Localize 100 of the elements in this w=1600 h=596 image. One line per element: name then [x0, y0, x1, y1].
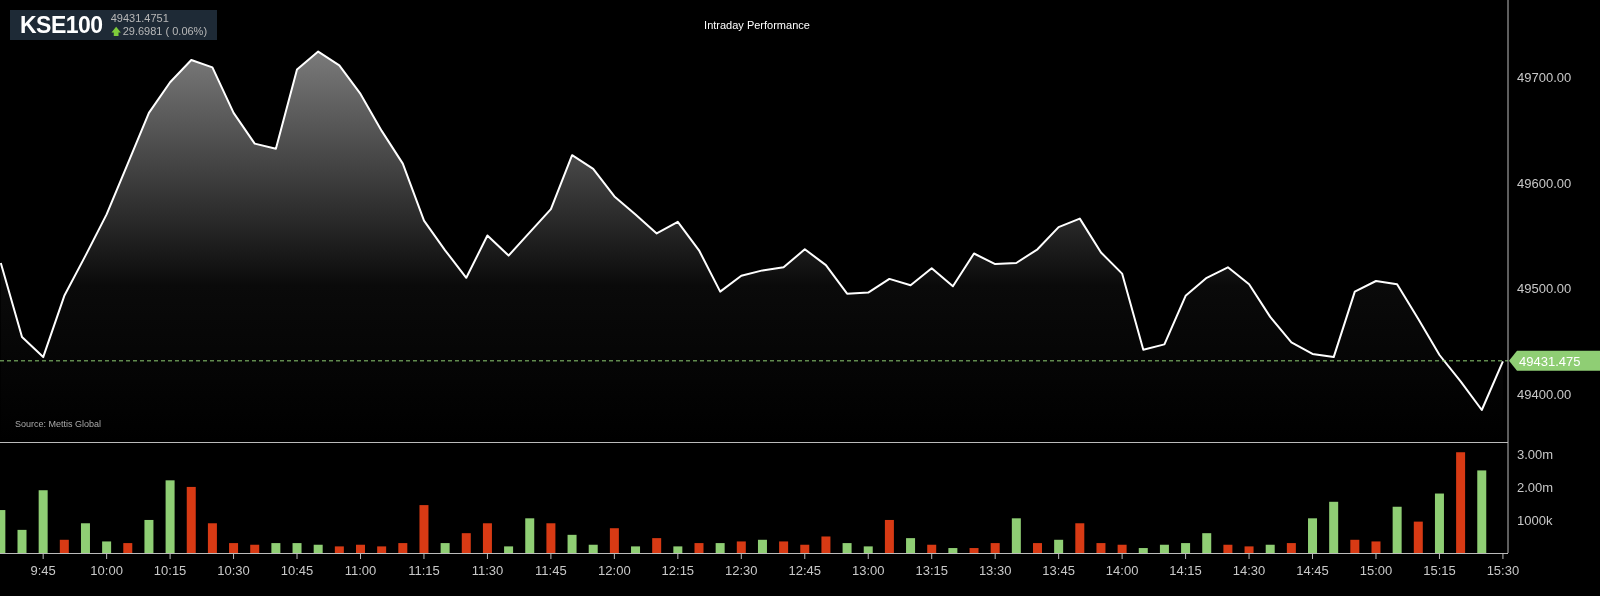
axis-label: 12:45 — [788, 563, 822, 578]
volume-bar — [207, 523, 217, 553]
volume-bar — [17, 529, 27, 553]
volume-bar — [80, 523, 90, 553]
volume-bar — [1096, 543, 1106, 553]
up-arrow-icon: 🡅 — [110, 25, 121, 38]
volume-bar — [842, 543, 852, 553]
volume-bar — [440, 543, 450, 553]
axis-label: 15:15 — [1423, 563, 1456, 578]
volume-bar — [715, 543, 725, 553]
volume-bar — [821, 536, 831, 553]
volume-bar — [1011, 518, 1021, 553]
axis-label: 2.00m — [1517, 479, 1554, 495]
ref-line-label: 49431.475 — [1519, 353, 1581, 369]
volume-bar — [1202, 533, 1212, 553]
volume-bar — [863, 546, 873, 553]
volume-bar — [334, 546, 344, 553]
volume-bar — [1054, 539, 1064, 553]
axis-label: 1000k — [1517, 512, 1553, 528]
volume-bar — [102, 541, 112, 553]
volume-bar — [884, 519, 894, 553]
volume-bar — [736, 541, 746, 553]
volume-bar — [588, 544, 598, 553]
volume-bar — [567, 534, 577, 553]
source-note: Source: Mettis Global — [15, 419, 102, 429]
axis-label: 49600.00 — [1517, 175, 1572, 191]
volume-bar — [779, 541, 789, 553]
volume-bar — [1265, 544, 1275, 553]
axis-label: 10:00 — [90, 563, 123, 578]
volume-bar — [927, 544, 937, 553]
volume-bar — [673, 546, 683, 553]
volume-bar — [461, 533, 471, 553]
volume-bar — [1159, 544, 1169, 553]
volume-bar — [757, 539, 767, 553]
volume-bar — [1371, 541, 1381, 553]
axis-label: 15:30 — [1486, 563, 1520, 578]
axis-label: 14:45 — [1296, 563, 1329, 578]
volume-bar — [59, 539, 69, 553]
volume-bar — [271, 543, 281, 553]
volume-bar — [1329, 501, 1339, 553]
axis-label: 12:15 — [661, 563, 695, 578]
axis-label: 49400.00 — [1517, 387, 1572, 403]
volume-bar — [229, 543, 239, 553]
axis-label: 13:15 — [915, 563, 948, 578]
volume-bar — [1308, 518, 1317, 553]
volume-bar — [38, 490, 48, 553]
axis-label: 10:15 — [153, 563, 187, 578]
volume-bar — [631, 546, 641, 553]
axis-label: 9:45 — [30, 563, 56, 578]
axis-label: 10:45 — [280, 563, 314, 578]
axis-label: 13:00 — [851, 563, 885, 578]
volume-bar — [652, 538, 662, 553]
axis-label: 12:30 — [725, 563, 758, 578]
ticker-price: 49431.4751 — [110, 12, 170, 25]
axis-label: 13:30 — [978, 563, 1012, 578]
axis-label: 11:15 — [408, 563, 440, 578]
volume-bar — [1244, 546, 1254, 553]
volume-bar — [1392, 506, 1402, 553]
axis-label: 3.00m — [1517, 446, 1554, 462]
volume-bar — [969, 548, 979, 553]
volume-bar — [144, 519, 154, 553]
axis-label: 14:30 — [1232, 563, 1266, 578]
volume-bar — [123, 543, 133, 553]
ticker-symbol: KSE100 — [20, 11, 103, 39]
axis-label: 11:30 — [471, 563, 504, 578]
volume-bar — [1033, 543, 1042, 553]
volume-bar — [292, 543, 302, 553]
volume-bar — [1223, 544, 1233, 553]
axis-label: 10:30 — [217, 563, 250, 578]
last-price-tag: 49431.475 — [1509, 350, 1600, 371]
volume-bar — [1434, 493, 1444, 553]
volume-bar — [906, 538, 916, 553]
axis-label: 11:45 — [535, 563, 567, 578]
volume-bar — [1350, 539, 1360, 553]
volume-bar — [1075, 523, 1085, 553]
volume-bar — [990, 543, 1000, 553]
volume-bar — [609, 528, 619, 553]
ticker-change: 29.6981 ( 0.06%) — [122, 25, 208, 38]
axis-label: 11:00 — [344, 563, 377, 578]
volume-bar — [356, 544, 365, 553]
axis-label: 15:00 — [1359, 563, 1393, 578]
axis-label: 12:00 — [598, 563, 631, 578]
volume-bar — [419, 505, 429, 553]
volume-bar — [0, 510, 6, 553]
volume-bar — [1138, 548, 1148, 553]
axis-label: 49700.00 — [1517, 69, 1572, 85]
axis-label: 14:15 — [1169, 563, 1202, 578]
axis-label: 13:45 — [1042, 563, 1075, 578]
volume-bar — [800, 544, 810, 553]
chart-title: Intraday Performance — [704, 19, 810, 31]
volume-bar — [377, 546, 387, 553]
volume-bar — [313, 544, 323, 553]
volume-bar — [482, 523, 492, 553]
volume-bar — [1181, 543, 1191, 553]
volume-bar — [250, 544, 260, 553]
volume-bar — [546, 523, 556, 553]
volume-bar — [948, 548, 958, 553]
volume-bar — [1117, 544, 1127, 553]
axis-label: 49500.00 — [1517, 281, 1572, 297]
volume-bar — [1413, 521, 1423, 553]
